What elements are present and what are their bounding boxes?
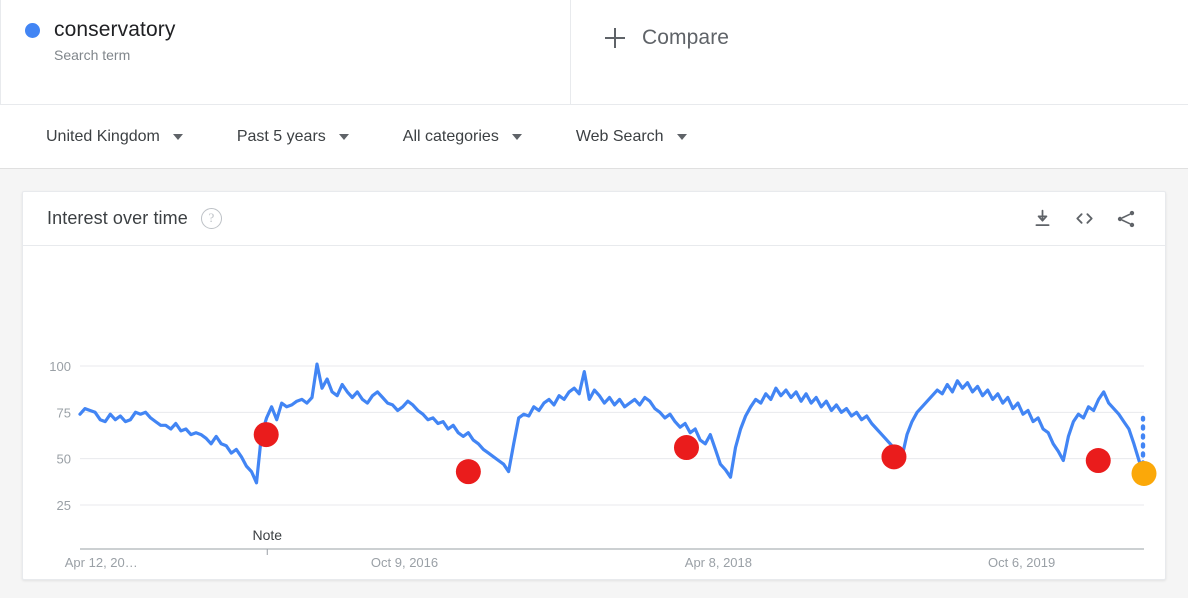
filter-category[interactable]: All categories	[403, 128, 522, 146]
event-marker-red[interactable]	[673, 435, 699, 461]
event-marker-red[interactable]	[455, 459, 481, 485]
chart-canvas: 25 50 75 100 Note Apr 12, 20… Oct 9, 2016 Apr 8…	[49, 359, 1157, 570]
card-area: Interest over time ? 25 50 75 100 Note A…	[0, 169, 1188, 580]
filter-search-type-label: Web Search	[575, 127, 664, 145]
chevron-down-icon	[676, 133, 687, 140]
search-term-card[interactable]: conservatory Search term	[0, 0, 571, 104]
filter-location[interactable]: United Kingdom	[46, 128, 183, 146]
filter-category-label: All categories	[402, 127, 499, 145]
chevron-down-icon	[511, 133, 522, 140]
compare-cell: Compare	[571, 0, 1188, 104]
compare-label: Compare	[642, 26, 730, 49]
x-axis-tick-label: Oct 9, 2016	[371, 555, 438, 570]
page-title: Interest over time	[47, 208, 188, 228]
filter-time-range-label: Past 5 years	[236, 127, 326, 145]
x-axis-tick-label: Apr 8, 2018	[685, 555, 752, 570]
chevron-down-icon	[172, 133, 183, 140]
embed-icon[interactable]	[1067, 202, 1101, 236]
y-axis-tick-label: 50	[57, 452, 71, 467]
filter-search-type[interactable]: Web Search	[576, 128, 687, 146]
event-marker-red[interactable]	[881, 444, 907, 470]
interest-over-time-chart[interactable]: 25 50 75 100 Note Apr 12, 20… Oct 9, 2016 Apr 8…	[23, 247, 1165, 580]
event-marker-orange[interactable]	[1131, 460, 1157, 486]
filter-location-label: United Kingdom	[46, 127, 160, 145]
y-axis-tick-label: 75	[57, 405, 71, 420]
x-axis-tick-label: Oct 6, 2019	[988, 555, 1055, 570]
plus-icon	[605, 28, 625, 48]
card-header: Interest over time ?	[23, 192, 1165, 246]
series-color-dot	[25, 22, 40, 38]
share-icon[interactable]	[1109, 202, 1143, 236]
series-line	[78, 362, 1146, 485]
search-term-label: conservatory	[54, 18, 176, 41]
search-term-subtitle: Search term	[54, 47, 131, 63]
filter-bar: United Kingdom Past 5 years All categori…	[0, 105, 1188, 169]
y-axis-tick-label: 25	[57, 498, 71, 513]
filter-time-range[interactable]: Past 5 years	[237, 128, 349, 146]
interest-over-time-card: Interest over time ? 25 50 75 100 Note A…	[22, 191, 1166, 580]
download-icon[interactable]	[1025, 202, 1059, 236]
add-compare-button[interactable]: Compare	[605, 26, 729, 50]
chevron-down-icon	[338, 133, 349, 140]
event-marker-red[interactable]	[1085, 448, 1111, 474]
x-axis-tick-label: Apr 12, 20…	[65, 555, 138, 570]
annotation-label[interactable]: Note	[252, 527, 282, 543]
search-term-row: conservatory	[25, 18, 570, 42]
y-axis-tick-label: 100	[49, 359, 71, 374]
help-circle-icon[interactable]: ?	[200, 208, 222, 229]
event-marker-red[interactable]	[253, 422, 279, 448]
search-term-bar: conservatory Search term Compare	[0, 0, 1188, 105]
